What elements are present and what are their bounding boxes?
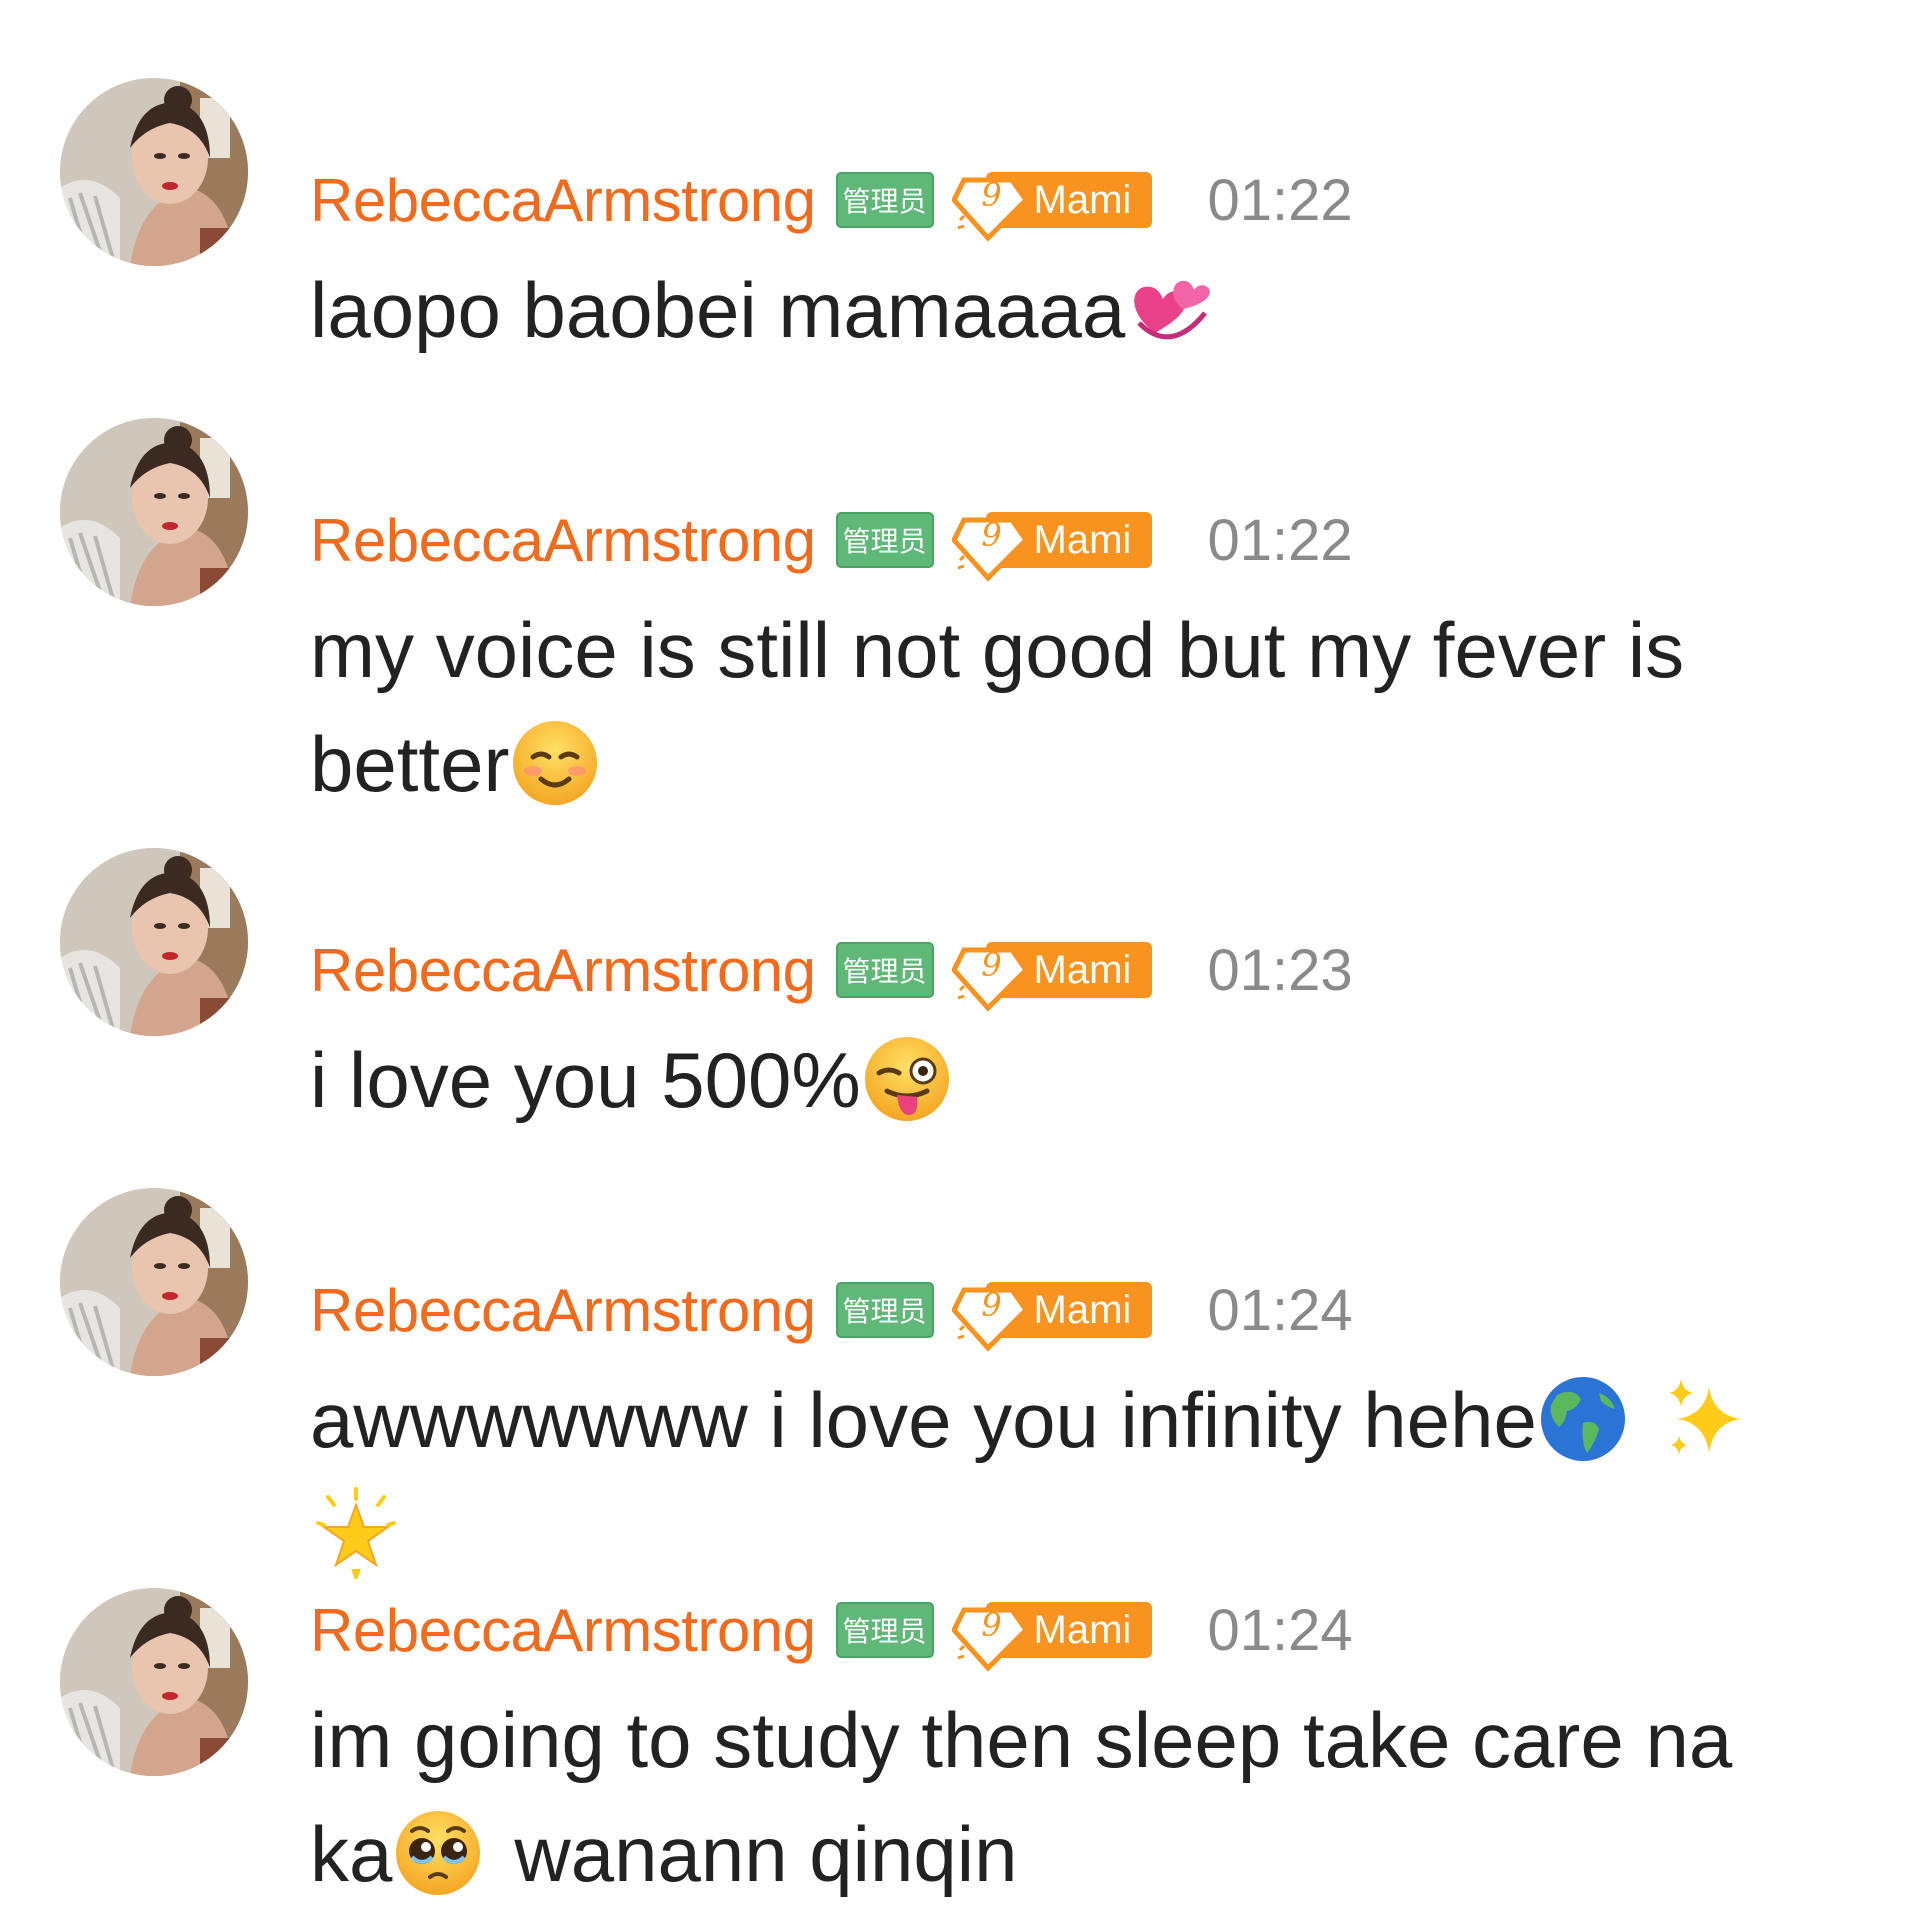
timestamp: 01:23 xyxy=(1207,937,1353,1003)
timestamp: 01:24 xyxy=(1207,1597,1353,1663)
sparkles-icon xyxy=(1659,1373,1751,1465)
winking-tongue-face-icon xyxy=(861,1033,953,1125)
avatar-photo xyxy=(60,848,248,1036)
avatar-photo xyxy=(60,78,248,266)
message-text-content: i love you 500% xyxy=(310,1036,861,1124)
level-badge: 9 Mami xyxy=(951,1602,1152,1672)
glowing-star-icon xyxy=(310,1487,402,1579)
message-text-line1: im going to study then sleep take care n… xyxy=(310,1696,1733,1784)
chat-feed: RebeccaArmstrong 管理员 9 Mami 01:22 laopo … xyxy=(0,0,1920,1920)
message-text-content: awwwwwww i love you infinity hehe xyxy=(310,1376,1537,1464)
message-text-line2a: ka xyxy=(310,1810,393,1898)
username[interactable]: RebeccaArmstrong xyxy=(310,936,816,1005)
avatar-photo xyxy=(60,1588,248,1776)
avatar-photo xyxy=(60,418,248,606)
avatar[interactable] xyxy=(60,1188,248,1376)
level-number: 9 xyxy=(981,1606,1002,1644)
level-number: 9 xyxy=(981,1286,1002,1324)
avatar[interactable] xyxy=(60,848,248,1036)
message-text: awwwwwww i love you infinity hehe xyxy=(310,1363,1870,1591)
username[interactable]: RebeccaArmstrong xyxy=(310,506,816,575)
emoji-line xyxy=(310,1477,1870,1591)
level-number: 9 xyxy=(981,946,1002,984)
message-header: RebeccaArmstrong 管理员 9 Mami 01:22 xyxy=(310,500,1353,582)
admin-badge: 管理员 xyxy=(835,1602,934,1658)
timestamp: 01:22 xyxy=(1207,167,1353,233)
avatar[interactable] xyxy=(60,418,248,606)
message-text: im going to study then sleep take care n… xyxy=(310,1683,1870,1911)
message-text: laopo baobei mamaaaa xyxy=(310,253,1870,367)
level-badge: 9 Mami xyxy=(951,1282,1152,1352)
level-name: Mami xyxy=(1033,948,1132,992)
avatar[interactable] xyxy=(60,1588,248,1776)
admin-badge: 管理员 xyxy=(835,1282,934,1338)
username[interactable]: RebeccaArmstrong xyxy=(310,1596,816,1665)
message-header: RebeccaArmstrong 管理员 9 Mami 01:24 xyxy=(310,1270,1353,1352)
message-header: RebeccaArmstrong 管理员 9 Mami 01:22 xyxy=(310,160,1353,242)
admin-badge: 管理员 xyxy=(835,512,934,568)
level-badge: 9 Mami xyxy=(951,942,1152,1012)
globe-americas-icon xyxy=(1537,1373,1629,1465)
smiling-face-icon xyxy=(509,717,601,809)
level-number: 9 xyxy=(981,176,1002,214)
level-name: Mami xyxy=(1033,1608,1132,1652)
timestamp: 01:22 xyxy=(1207,507,1353,573)
level-number: 9 xyxy=(981,516,1002,554)
level-name: Mami xyxy=(1033,1288,1132,1332)
username[interactable]: RebeccaArmstrong xyxy=(310,1276,816,1345)
message-text-line2b: wanann qinqin xyxy=(514,1810,1018,1898)
message-text-content: laopo baobei mamaaaa xyxy=(310,266,1126,354)
message-header: RebeccaArmstrong 管理员 9 Mami 01:24 xyxy=(310,1590,1353,1672)
message-text: i love you 500% xyxy=(310,1023,1870,1137)
message-text: my voice is still not good but my fever … xyxy=(310,593,1870,821)
level-badge: 9 Mami xyxy=(951,172,1152,242)
message-header: RebeccaArmstrong 管理员 9 Mami 01:23 xyxy=(310,930,1353,1012)
message-text-line2: better xyxy=(310,720,510,808)
timestamp: 01:24 xyxy=(1207,1277,1353,1343)
avatar-photo xyxy=(60,1188,248,1376)
pleading-face-icon xyxy=(392,1807,484,1899)
admin-badge: 管理员 xyxy=(835,942,934,998)
level-name: Mami xyxy=(1033,178,1132,222)
message-text-line1: my voice is still not good but my fever … xyxy=(310,606,1685,694)
username[interactable]: RebeccaArmstrong xyxy=(310,166,816,235)
revolving-hearts-icon xyxy=(1125,263,1217,355)
level-name: Mami xyxy=(1033,518,1132,562)
avatar[interactable] xyxy=(60,78,248,266)
admin-badge: 管理员 xyxy=(835,172,934,228)
level-badge: 9 Mami xyxy=(951,512,1152,582)
